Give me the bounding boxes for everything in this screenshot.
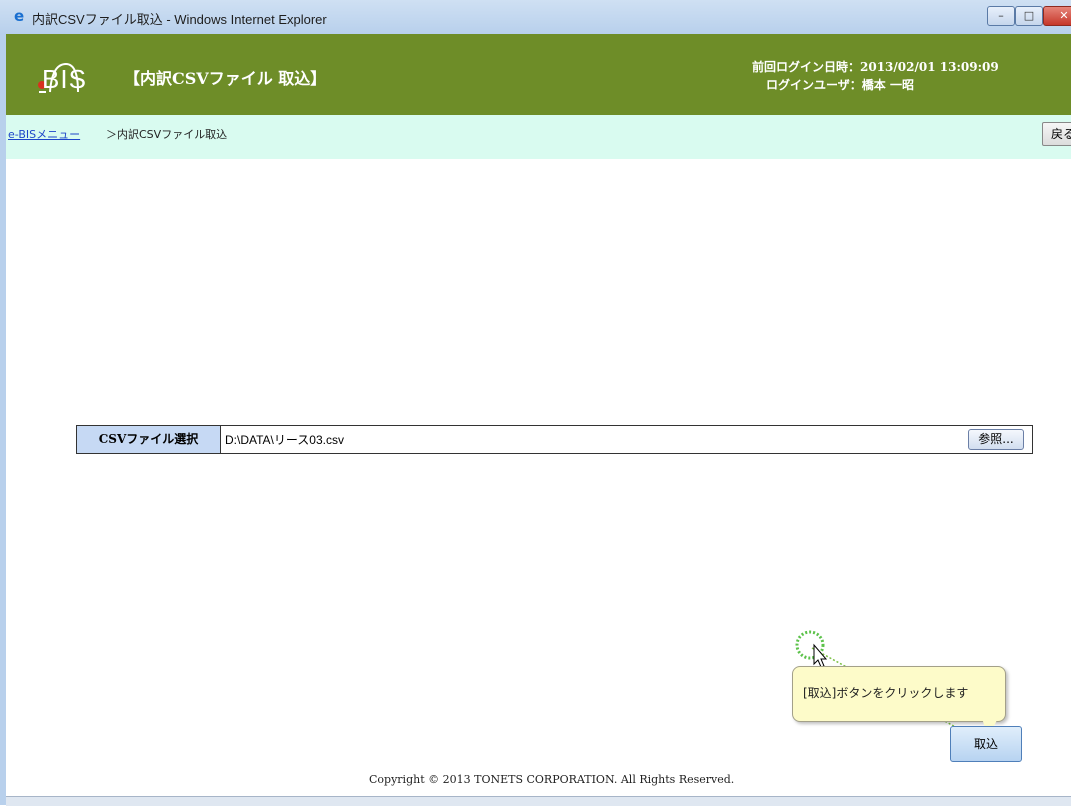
last-login-time: 前回ログイン日時：2013/02/01 13:09:09 (752, 60, 999, 74)
mouse-cursor-icon (813, 643, 828, 668)
browse-button[interactable]: 参照... (968, 429, 1024, 450)
close-button[interactable]: ✕ (1043, 6, 1071, 26)
login-user: ログインユーザ：橋本 一昭 (766, 78, 914, 92)
back-button[interactable]: 戻る (1042, 122, 1071, 146)
start-highlight-circle (795, 630, 825, 660)
breadcrumb: e-BISメニュー ＞内訳CSVファイル取込 戻る (6, 115, 1071, 159)
tutorial-tooltip: [取込]ボタンをクリックします (792, 666, 1006, 722)
csv-file-select-row: CSVファイル選択 参照... (76, 425, 1033, 454)
csv-file-label: CSVファイル選択 (77, 426, 221, 453)
app-header: BIS 【内訳CSVファイル 取込】 前回ログイン日時：2013/02/01 1… (6, 34, 1071, 115)
breadcrumb-current: ＞内訳CSVファイル取込 (106, 128, 228, 141)
page-title: 【内訳CSVファイル 取込】 (124, 69, 327, 88)
import-button[interactable]: 取込 (950, 726, 1022, 762)
window-titlebar: e 内訳CSVファイル取込 - Windows Internet Explore… (0, 0, 1071, 35)
minimize-button[interactable]: – (987, 6, 1015, 26)
logo-text: BIS (42, 64, 87, 94)
tooltip-text: [取込]ボタンをクリックします (803, 686, 969, 700)
copyright-text: Copyright © 2013 TONETS CORPORATION. All… (369, 773, 735, 786)
csv-file-path-input[interactable] (225, 430, 965, 448)
window-title: 内訳CSVファイル取込 - Windows Internet Explorer (32, 12, 327, 27)
breadcrumb-menu-link[interactable]: e-BISメニュー (8, 126, 80, 142)
login-info: 前回ログイン日時：2013/02/01 13:09:09 ログインユーザ：橋本 … (752, 58, 1032, 94)
internet-explorer-icon: e (14, 7, 25, 25)
maximize-button[interactable]: □ (1015, 6, 1043, 26)
ebis-logo: BIS (30, 56, 110, 100)
